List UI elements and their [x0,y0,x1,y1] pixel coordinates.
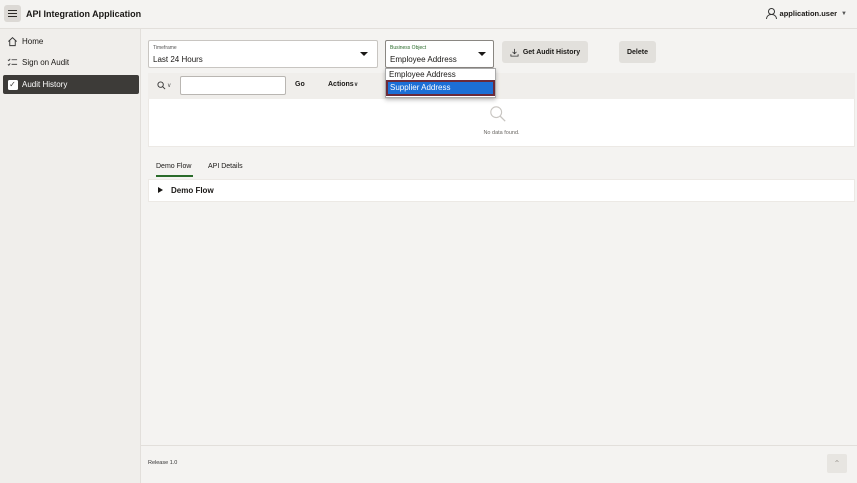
demo-flow-title[interactable]: Demo Flow [171,186,214,195]
checklist-icon [7,57,18,68]
business-object-select[interactable]: Business Object Employee Address [385,40,494,68]
tab-demo-flow[interactable]: Demo Flow [156,163,191,170]
get-audit-history-button[interactable]: Get Audit History [502,41,588,63]
caret-down-icon [478,52,486,56]
go-button[interactable]: Go [295,81,305,88]
dropdown-option-supplier-address[interactable]: Supplier Address [386,80,495,96]
sidebar-item-label: Audit History [22,80,68,89]
sidebar-item-label: Sign on Audit [22,58,70,67]
chevron-down-icon: ∨ [167,83,172,89]
sidebar-item-sign-on-audit[interactable]: Sign on Audit [3,53,139,72]
user-name: application.user [779,9,838,18]
caret-down-icon [360,52,368,56]
chevron-down-icon: ▼ [841,10,847,17]
app-header: API Integration Application application.… [0,0,857,29]
release-label: Release 1.0 [148,460,178,466]
sidebar-item-label: Home [22,37,44,46]
hamburger-icon[interactable] [4,5,21,22]
dropdown-option-employee-address[interactable]: Employee Address [386,69,495,81]
user-menu[interactable]: application.user ▼ [766,8,847,19]
actions-menu-button[interactable]: Actions∨ [328,81,359,88]
active-tab-indicator [156,175,193,177]
checkbox-icon: ✓ [7,79,18,90]
business-object-value: Employee Address [390,55,457,64]
download-icon [510,48,519,57]
chevron-down-icon: ∨ [353,82,359,88]
business-object-dropdown-list: Employee Address Supplier Address [385,68,496,98]
search-input[interactable] [180,76,286,95]
timeframe-label: Timeframe [153,45,177,51]
expand-triangle-icon[interactable] [158,187,163,193]
delete-label: Delete [626,48,648,56]
timeframe-value: Last 24 Hours [153,55,203,64]
footer-divider [141,445,857,446]
scroll-to-top-button[interactable]: ⌃ [827,454,847,473]
report-toolbar: ∨ Go Actions∨ [148,73,855,99]
sidebar-item-home[interactable]: Home [3,32,139,51]
get-audit-history-label: Get Audit History [522,48,581,56]
sidebar-item-audit-history[interactable]: ✓ Audit History [3,75,139,94]
app-title: API Integration Application [26,9,142,19]
no-data-message: No data found. [483,130,520,136]
user-icon [766,8,778,19]
report-body: No data found. [148,99,855,147]
tab-api-details[interactable]: API Details [208,163,243,170]
demo-flow-region: Demo Flow [148,179,855,202]
business-object-label: Business Object [390,45,427,51]
chevron-up-icon: ⌃ [833,459,841,468]
search-icon [157,81,166,90]
search-icon [490,106,506,122]
delete-button[interactable]: Delete [619,41,656,63]
timeframe-select[interactable]: Timeframe Last 24 Hours [148,40,378,68]
search-column-selector[interactable]: ∨ [157,81,171,90]
home-icon [7,36,18,47]
sidebar: Home Sign on Audit ✓ Audit History [0,29,141,483]
actions-label: Actions [328,81,354,88]
